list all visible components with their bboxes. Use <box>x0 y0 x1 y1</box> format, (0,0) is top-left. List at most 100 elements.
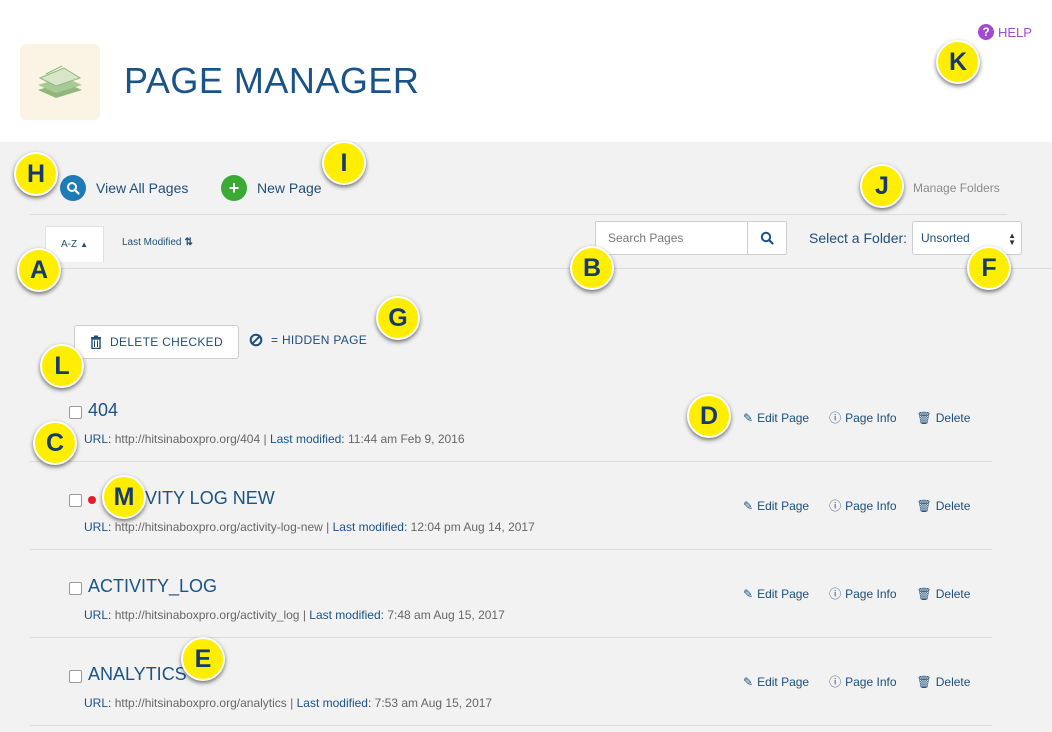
info-icon: ⓘ <box>829 675 842 689</box>
delete-checked-label: DELETE CHECKED <box>110 335 223 349</box>
annotation-marker-a: A <box>17 248 61 292</box>
edit-page-label: Edit Page <box>757 410 810 425</box>
page-meta: URL: http://hitsinaboxpro.org/activity-l… <box>84 520 535 534</box>
trash-icon: 🗑 <box>916 498 932 513</box>
divider <box>30 268 1052 269</box>
page-url: http://hitsinaboxpro.org/analytics <box>114 696 287 710</box>
page-name[interactable]: ANALYTICS <box>88 664 187 685</box>
page-actions: ✎ Edit Page ⓘ Page Info 🗑 Delete <box>743 585 970 602</box>
page-name[interactable]: 404 <box>88 400 118 421</box>
annotation-marker-i: I <box>322 141 366 185</box>
page-row: VITY LOG NEW URL: http://hitsinaboxpro.o… <box>30 462 992 550</box>
pencil-icon: ✎ <box>743 498 754 513</box>
page-meta: URL: http://hitsinaboxpro.org/404 | Last… <box>84 432 465 446</box>
meta-separator: | <box>290 696 294 710</box>
edit-page-button[interactable]: ✎ Edit Page <box>743 409 809 426</box>
view-all-pages-label: View All Pages <box>96 180 189 196</box>
page-url: http://hitsinaboxpro.org/404 <box>114 432 261 446</box>
annotation-marker-d: D <box>687 394 731 438</box>
delete-page-button[interactable]: 🗑 Delete <box>917 585 971 602</box>
tab-sort-last-modified-label: Last Modified <box>122 237 182 248</box>
url-label: URL: <box>84 432 112 446</box>
page-name[interactable]: ACTIVITY_LOG <box>88 576 217 597</box>
delete-page-label: Delete <box>935 498 971 513</box>
search-icon <box>760 231 774 245</box>
page-checkbox[interactable] <box>69 494 82 507</box>
view-all-pages-link[interactable]: View All Pages <box>60 175 188 201</box>
page-modified: 12:04 pm Aug 14, 2017 <box>410 520 535 534</box>
edit-page-label: Edit Page <box>757 586 810 601</box>
page-actions: ✎ Edit Page ⓘ Page Info 🗑 Delete <box>743 497 970 514</box>
page-checkbox[interactable] <box>69 406 82 419</box>
delete-page-button[interactable]: 🗑 Delete <box>917 673 971 690</box>
new-page-label: New Page <box>257 180 322 196</box>
page-info-button[interactable]: ⓘ Page Info <box>829 673 896 690</box>
folder-select[interactable]: Unsorted ▲ ▼ <box>912 221 1022 255</box>
page-meta: URL: http://hitsinaboxpro.org/analytics … <box>84 696 492 710</box>
pencil-icon: ✎ <box>743 586 754 601</box>
edit-page-button[interactable]: ✎ Edit Page <box>743 497 809 514</box>
annotation-marker-m: M <box>102 475 146 519</box>
delete-page-button[interactable]: 🗑 Delete <box>917 497 971 514</box>
trash-icon: 🗑 <box>916 410 932 425</box>
page-info-button[interactable]: ⓘ Page Info <box>829 409 896 426</box>
page-checkbox[interactable] <box>69 582 82 595</box>
folder-select-value: Unsorted <box>921 231 970 245</box>
page-info-label: Page Info <box>845 498 897 513</box>
trash-icon <box>91 335 102 349</box>
page-info-button[interactable]: ⓘ Page Info <box>829 497 896 514</box>
pencil-icon: ✎ <box>743 674 754 689</box>
search-input[interactable] <box>596 222 747 254</box>
info-icon: ⓘ <box>829 499 842 513</box>
annotation-marker-c: C <box>33 421 77 465</box>
delete-page-label: Delete <box>935 674 971 689</box>
edit-page-button[interactable]: ✎ Edit Page <box>743 673 809 690</box>
help-label: HELP <box>998 24 1032 40</box>
url-label: URL: <box>84 520 112 534</box>
tab-sort-last-modified[interactable]: Last Modified ⇅ <box>122 237 193 248</box>
meta-separator: | <box>263 432 267 446</box>
url-label: URL: <box>84 696 112 710</box>
page-actions: ✎ Edit Page ⓘ Page Info 🗑 Delete <box>743 409 970 426</box>
page-title: PAGE MANAGER <box>124 60 420 101</box>
meta-separator: | <box>326 520 330 534</box>
delete-page-label: Delete <box>935 586 971 601</box>
new-page-link[interactable]: + New Page <box>221 175 322 201</box>
page-info-button[interactable]: ⓘ Page Info <box>829 585 896 602</box>
delete-checked-button[interactable]: DELETE CHECKED <box>74 325 239 359</box>
header: PAGE MANAGER ? HELP <box>0 0 1052 142</box>
annotation-marker-j: J <box>860 164 904 208</box>
page-modified: 7:53 am Aug 15, 2017 <box>374 696 493 710</box>
page-manager-logo <box>20 44 100 120</box>
help-link[interactable]: ? HELP <box>978 24 1032 40</box>
page-name[interactable]: VITY LOG NEW <box>145 488 275 509</box>
edit-page-button[interactable]: ✎ Edit Page <box>743 585 809 602</box>
page-row: ANALYTICS URL: http://hitsinaboxpro.org/… <box>30 638 992 726</box>
annotation-marker-g: G <box>376 296 420 340</box>
delete-page-button[interactable]: 🗑 Delete <box>917 409 971 426</box>
manage-folders-link[interactable]: Manage Folders <box>913 181 1000 195</box>
edit-page-label: Edit Page <box>757 674 810 689</box>
caret-up-icon: ▲ <box>80 240 89 249</box>
page-info-label: Page Info <box>845 586 897 601</box>
page-meta: URL: http://hitsinaboxpro.org/activity_l… <box>84 608 505 622</box>
trash-icon: 🗑 <box>916 674 932 689</box>
info-icon: ⓘ <box>829 411 842 425</box>
meta-separator: | <box>302 608 306 622</box>
search-icon <box>60 175 86 201</box>
url-label: URL: <box>84 608 112 622</box>
annotation-marker-l: L <box>40 344 84 388</box>
page-url: http://hitsinaboxpro.org/activity-log-ne… <box>114 520 323 534</box>
annotation-marker-e: E <box>181 637 225 681</box>
search-box <box>595 221 787 255</box>
search-button[interactable] <box>747 222 786 254</box>
modified-label: Last modified: <box>332 520 408 534</box>
page-checkbox[interactable] <box>69 670 82 683</box>
page-row: 404 URL: http://hitsinaboxpro.org/404 | … <box>30 374 992 462</box>
modified-label: Last modified: <box>269 432 345 446</box>
page-url: http://hitsinaboxpro.org/activity_log <box>114 608 300 622</box>
hidden-page-legend: = HIDDEN PAGE <box>249 333 367 347</box>
sort-arrows-icon: ⇅ <box>184 237 193 248</box>
help-icon: ? <box>978 24 994 40</box>
plus-icon: + <box>221 175 247 201</box>
